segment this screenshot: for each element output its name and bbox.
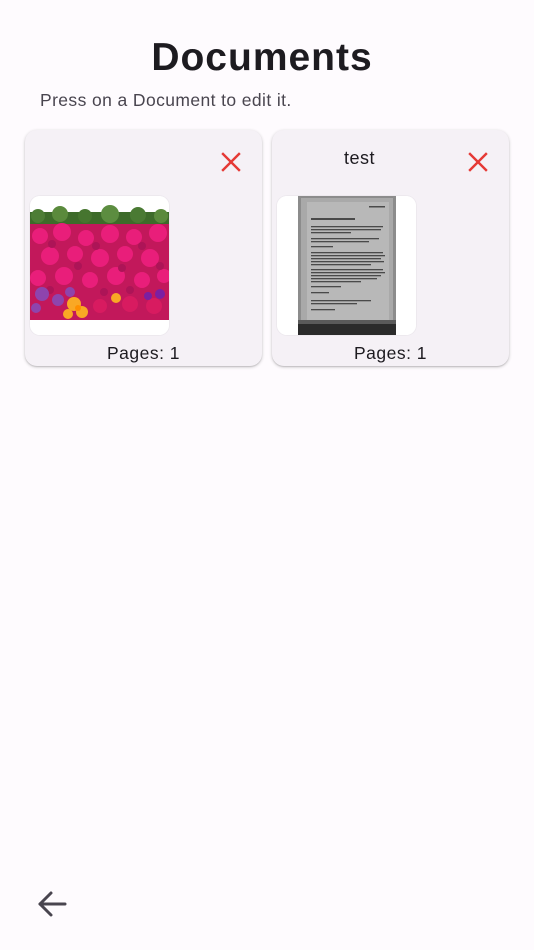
document-name bbox=[25, 148, 200, 172]
back-button[interactable] bbox=[28, 880, 76, 928]
scanned-document-image bbox=[277, 196, 416, 335]
document-name: test bbox=[343, 148, 375, 168]
arrow-back-icon bbox=[38, 891, 67, 917]
page-subtitle: Press on a Document to edit it. bbox=[40, 90, 292, 110]
flower-photo-image bbox=[30, 196, 169, 335]
document-card[interactable]: test Pages: 1 bbox=[272, 130, 509, 366]
document-card[interactable]: Pages: 1 bbox=[25, 130, 262, 366]
page-title: Documents bbox=[151, 36, 373, 79]
delete-document-button[interactable] bbox=[460, 144, 496, 180]
close-icon bbox=[221, 152, 241, 172]
close-icon bbox=[468, 152, 488, 172]
pages-count: Pages: 1 bbox=[353, 343, 428, 363]
pages-count: Pages: 1 bbox=[106, 343, 181, 363]
delete-document-button[interactable] bbox=[213, 144, 249, 180]
document-thumbnail[interactable] bbox=[30, 196, 169, 335]
document-thumbnail[interactable] bbox=[277, 196, 416, 335]
